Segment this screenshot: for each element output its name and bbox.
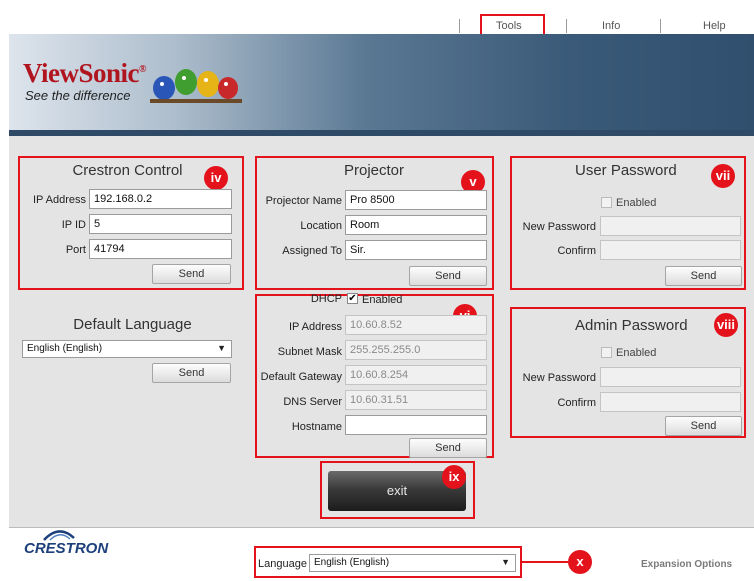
crestron-logo: CRESTRON xyxy=(24,540,109,557)
expansion-options-link[interactable]: Expansion Options xyxy=(641,559,732,570)
projector-location-input[interactable]: Room xyxy=(345,215,487,235)
nav-help-link[interactable]: Help xyxy=(703,20,726,32)
ip-address-label: IP Address xyxy=(33,194,86,206)
callout-badge: iv xyxy=(204,166,228,190)
gateway-label: Default Gateway xyxy=(260,371,342,383)
dhcp-label: DHCP xyxy=(310,293,342,305)
admin-new-password-label: New Password xyxy=(522,372,596,384)
default-language-value: English (English) xyxy=(27,343,103,354)
dns-server-input[interactable]: 10.60.31.51 xyxy=(345,390,487,410)
nav-tools-link[interactable]: Tools xyxy=(496,20,522,32)
dns-server-label: DNS Server xyxy=(283,396,342,408)
callout-badge: vii xyxy=(711,164,735,188)
callout-badge: x xyxy=(568,550,592,574)
language-value: English (English) xyxy=(314,557,390,568)
admin-confirm-input[interactable] xyxy=(600,392,741,412)
hostname-input[interactable] xyxy=(345,415,487,435)
projector-name-label: Projector Name xyxy=(265,195,342,207)
gateway-input[interactable]: 10.60.8.254 xyxy=(345,365,487,385)
nav-divider xyxy=(566,19,567,33)
network-send-button[interactable]: Send xyxy=(409,438,487,458)
viewsonic-logo: ViewSonic® xyxy=(23,58,146,88)
user-new-password-input[interactable] xyxy=(600,216,741,236)
projector-assigned-input[interactable]: Sir. xyxy=(345,240,487,260)
language-label: Language xyxy=(258,558,307,570)
assigned-to-label: Assigned To xyxy=(282,245,342,257)
tagline: See the difference xyxy=(25,88,131,103)
user-password-send-button[interactable]: Send xyxy=(665,266,742,286)
dropdown-arrow-icon: ▼ xyxy=(217,343,226,353)
subnet-mask-label: Subnet Mask xyxy=(277,346,342,358)
crestron-control-title: Crestron Control xyxy=(72,162,183,179)
dropdown-arrow-icon: ▼ xyxy=(501,557,510,567)
ip-id-label: IP ID xyxy=(61,219,86,231)
subnet-mask-input[interactable]: 255.255.255.0 xyxy=(345,340,487,360)
user-password-title: User Password xyxy=(575,162,677,179)
admin-password-send-button[interactable]: Send xyxy=(665,416,742,436)
callout-connector xyxy=(522,561,568,563)
projector-name-input[interactable]: Pro 8500 xyxy=(345,190,487,210)
callout-badge: viii xyxy=(714,313,738,337)
nav-info-link[interactable]: Info xyxy=(602,20,620,32)
hostname-label: Hostname xyxy=(291,421,342,433)
admin-password-title: Admin Password xyxy=(575,317,688,334)
top-nav-bar xyxy=(0,0,754,34)
birds-logo-icon xyxy=(150,69,242,103)
default-language-select[interactable]: English (English) ▼ xyxy=(22,340,232,358)
location-label: Location xyxy=(300,220,342,232)
admin-password-enabled-label: Enabled xyxy=(616,347,657,359)
crestron-port-input[interactable]: 41794 xyxy=(89,239,232,259)
crestron-ip-id-input[interactable]: 5 xyxy=(89,214,232,234)
callout-badge: ix xyxy=(442,465,466,489)
admin-password-enabled-checkbox[interactable] xyxy=(601,347,612,358)
user-new-password-label: New Password xyxy=(522,221,596,233)
admin-confirm-label: Confirm xyxy=(557,397,596,409)
default-language-send-button[interactable]: Send xyxy=(152,363,231,383)
user-confirm-input[interactable] xyxy=(600,240,741,260)
crestron-ip-address-input[interactable]: 192.168.0.2 xyxy=(89,189,232,209)
port-label: Port xyxy=(65,244,86,256)
user-password-enabled-label: Enabled xyxy=(616,197,657,209)
default-language-title: Default Language xyxy=(73,316,192,333)
admin-new-password-input[interactable] xyxy=(600,367,741,387)
language-select[interactable]: English (English) ▼ xyxy=(309,554,516,572)
crestron-send-button[interactable]: Send xyxy=(152,264,231,284)
dhcp-enabled-label: Enabled xyxy=(362,294,403,306)
projector-send-button[interactable]: Send xyxy=(409,266,487,286)
user-confirm-label: Confirm xyxy=(557,245,596,257)
nav-divider xyxy=(660,19,661,33)
user-password-enabled-checkbox[interactable] xyxy=(601,197,612,208)
network-ip-label: IP Address xyxy=(289,321,342,333)
projector-title: Projector xyxy=(343,162,405,179)
dhcp-checkbox[interactable]: ✔ xyxy=(347,293,358,304)
nav-divider xyxy=(459,19,460,33)
network-ip-input[interactable]: 10.60.8.52 xyxy=(345,315,487,335)
